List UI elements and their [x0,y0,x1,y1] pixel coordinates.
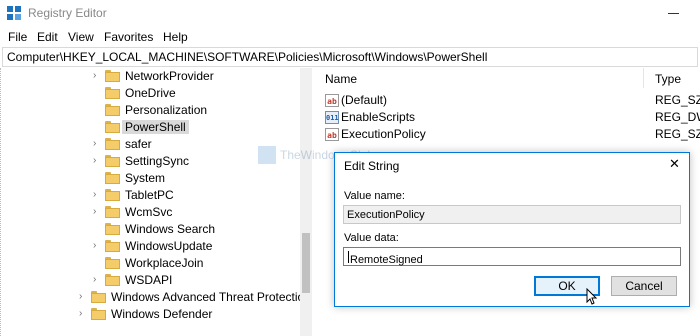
chevron-right-icon[interactable]: › [93,241,101,251]
tree-item-label: WSDAPI [125,273,173,287]
tree-item-label: WorkplaceJoin [125,256,204,270]
value-type: REG_DWO [655,110,700,124]
tree-item-label: OneDrive [125,86,176,100]
tree-item-label: Windows Defender [111,307,213,321]
tree-item-settingsync[interactable]: › SettingSync [0,153,300,170]
edit-string-dialog: Edit String ✕ Value name: ExecutionPolic… [334,152,690,307]
tree-item-label: TabletPC [125,188,174,202]
value-row-enablescripts[interactable]: 011 110 EnableScripts REG_DWO [317,109,700,135]
string-value-icon: ab [325,94,339,107]
tree-item-safer[interactable]: › safer [0,136,300,153]
folder-icon [105,223,120,235]
tree-scrollbar[interactable] [300,68,312,336]
tree-item-onedrive[interactable]: OneDrive [0,85,300,102]
folder-icon [105,240,120,252]
folder-icon [105,189,120,201]
value-row-default[interactable]: ab (Default) REG_SZ [317,92,700,109]
tree-item-wsdapi[interactable]: › WSDAPI [0,272,300,289]
tree-item-powershell[interactable]: PowerShell [0,119,300,136]
title-bar: Registry Editor [0,0,700,27]
dword-value-icon: 011 110 [325,111,339,135]
chevron-right-icon[interactable]: › [93,139,101,149]
window-title: Registry Editor [28,6,107,20]
column-header-type[interactable]: Type [655,72,681,86]
tree-item-label: Windows Advanced Threat Protection [111,290,311,304]
tree-item-label: NetworkProvider [125,69,214,83]
chevron-right-icon[interactable]: › [93,207,101,217]
value-name: ExecutionPolicy [341,127,426,141]
address-path: Computer\HKEY_LOCAL_MACHINE\SOFTWARE\Pol… [7,50,488,64]
mouse-pointer-icon [586,288,598,305]
chevron-right-icon[interactable]: › [93,156,101,166]
folder-icon [105,87,120,99]
folder-icon [105,70,120,82]
tree-item-wcmsvc[interactable]: › WcmSvc [0,204,300,221]
folder-icon [105,172,120,184]
value-row-executionpolicy[interactable]: ab ExecutionPolicy REG_SZ [317,126,700,143]
folder-icon [105,155,120,167]
close-icon[interactable]: ✕ [669,156,680,172]
tree-item-label: System [125,171,166,185]
tree-item-label: WindowsUpdate [125,239,213,253]
column-separator[interactable] [643,68,644,88]
tree-item-windowsupdate[interactable]: › WindowsUpdate [0,238,300,255]
value-name-label: Value name: [344,190,405,202]
dialog-title: Edit String [344,159,400,173]
chevron-right-icon[interactable]: › [93,275,101,285]
chevron-right-icon[interactable]: › [79,309,87,319]
watermark-logo-icon [258,146,276,164]
tree-item-label: Personalization [125,103,208,117]
folder-icon [105,138,120,150]
chevron-right-icon[interactable]: › [79,292,87,302]
value-type: REG_SZ [655,93,700,107]
value-name: (Default) [341,93,388,107]
tree-item-windows-advanced-threat-protection[interactable]: › Windows Advanced Threat Protection [0,289,311,306]
scrollbar-thumb[interactable] [302,233,310,293]
menu-help[interactable]: Help [163,30,188,44]
tree-item-label: Windows Search [125,222,216,236]
string-value-icon: ab [325,128,339,141]
value-name-text: ExecutionPolicy [347,209,425,221]
value-data-text: RemoteSigned [350,254,423,266]
tree-item-tabletpc[interactable]: › TabletPC [0,187,300,204]
tree-item-label: SettingSync [125,154,190,168]
text-caret [348,251,349,263]
menu-view[interactable]: View [68,30,94,44]
chevron-right-icon[interactable]: › [93,71,101,81]
value-data-label: Value data: [344,232,399,244]
address-bar[interactable]: Computer\HKEY_LOCAL_MACHINE\SOFTWARE\Pol… [2,47,698,67]
registry-editor-icon [7,6,21,20]
tree-item-label: safer [125,137,152,151]
tree-pane[interactable]: › NetworkProvider OneDrive Personalizati… [0,68,312,336]
menu-bar: File Edit View Favorites Help [0,27,700,46]
value-name: EnableScripts [341,110,416,124]
value-name-field[interactable]: ExecutionPolicy [343,205,681,224]
tree-item-windows-defender[interactable]: › Windows Defender [0,306,300,323]
tree-item-label: WcmSvc [125,205,173,219]
tree-item-system[interactable]: System [0,170,300,187]
folder-icon [105,104,120,116]
menu-favorites[interactable]: Favorites [104,30,153,44]
tree-item-label: PowerShell [122,120,189,134]
folder-open-icon [105,121,120,133]
value-type: REG_SZ [655,127,700,141]
menu-file[interactable]: File [8,30,27,44]
value-data-input[interactable]: RemoteSigned [343,247,681,266]
folder-icon [91,308,106,320]
chevron-right-icon[interactable]: › [93,190,101,200]
folder-icon [105,257,120,269]
tree-item-workplacejoin[interactable]: WorkplaceJoin [0,255,300,272]
column-header-name[interactable]: Name [325,72,357,86]
minimize-button[interactable] [668,13,679,14]
tree-item-personalization[interactable]: Personalization [0,102,300,119]
tree-item-windows-search[interactable]: Windows Search [0,221,300,238]
menu-edit[interactable]: Edit [37,30,58,44]
folder-icon [105,274,120,286]
tree-item-networkprovider[interactable]: › NetworkProvider [0,68,300,85]
cancel-button[interactable]: Cancel [611,276,677,296]
folder-icon [105,206,120,218]
folder-icon [91,291,106,303]
